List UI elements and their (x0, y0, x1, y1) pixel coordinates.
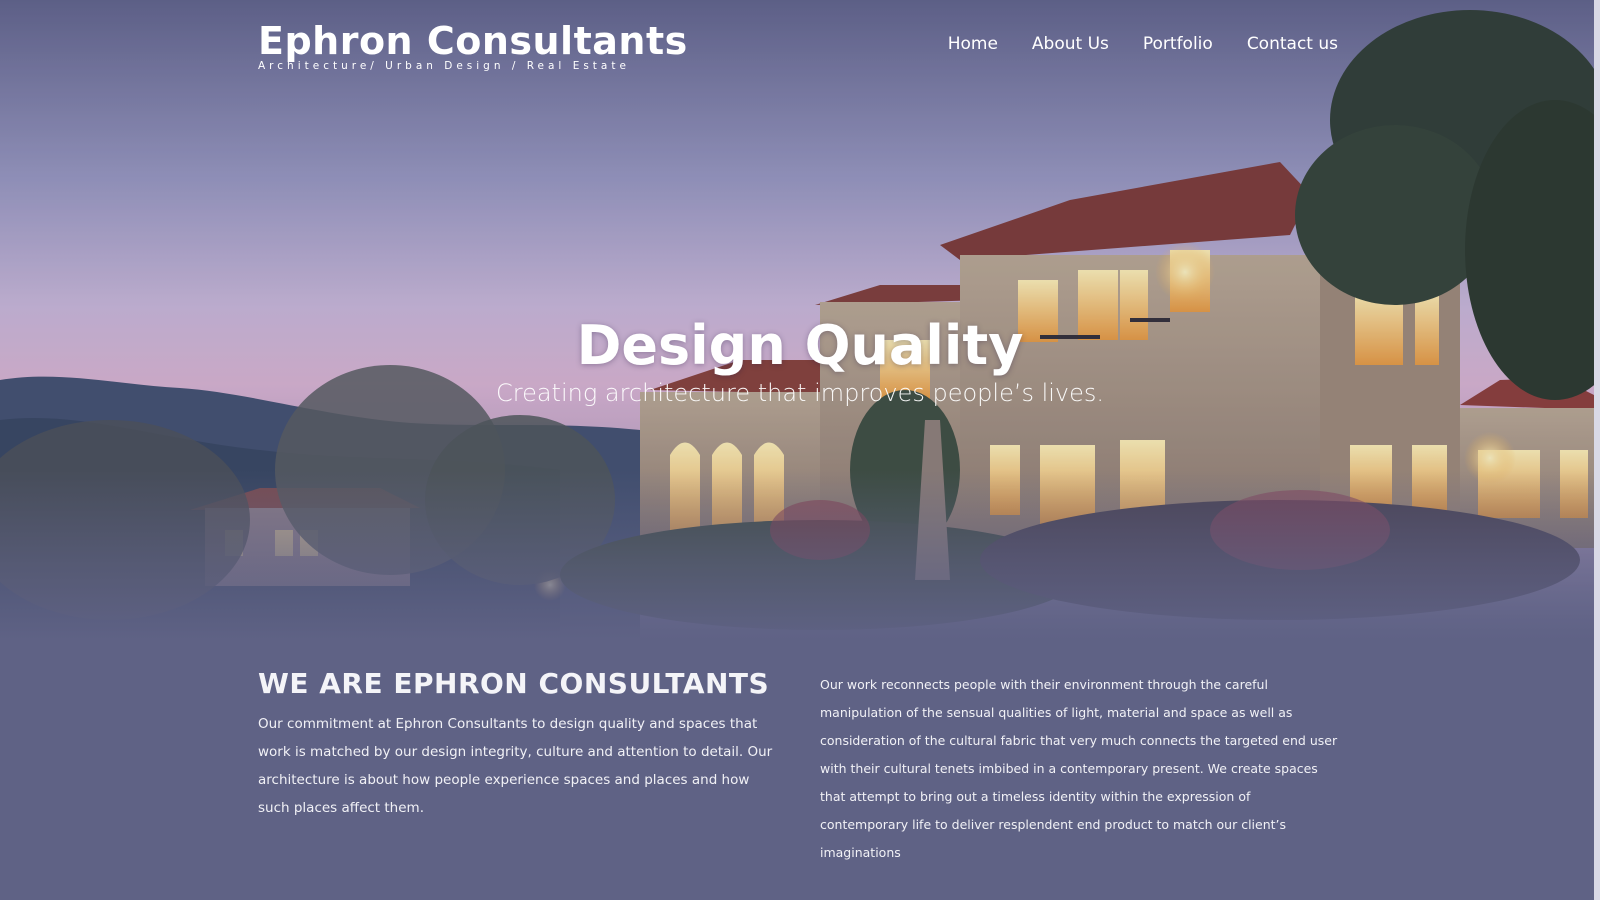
brand-name: Ephron Consultants (258, 19, 688, 63)
about-left-paragraph: Our commitment at Ephron Consultants to … (258, 716, 773, 816)
about-section: WE ARE EPHRON CONSULTANTS Our commitment… (258, 664, 1340, 867)
about-intro: WE ARE EPHRON CONSULTANTS Our commitment… (258, 664, 778, 867)
about-right-paragraph: Our work reconnects people with their en… (820, 677, 1338, 860)
hero-title: Design Quality (576, 314, 1024, 377)
nav-portfolio-link[interactable]: Portfolio (1143, 34, 1213, 54)
hero-bottom-fade (0, 470, 1600, 640)
nav-home-link[interactable]: Home (948, 34, 998, 54)
about-heading: WE ARE EPHRON CONSULTANTS (258, 667, 770, 700)
hero-text: Design Quality Creating architecture tha… (0, 312, 1600, 410)
nav-about-us-link[interactable]: About Us (1032, 34, 1109, 54)
hero-subtitle: Creating architecture that improves peop… (495, 379, 1105, 407)
main-nav: Home About Us Portfolio Contact us (948, 34, 1338, 54)
page: Ephron Consultants Architecture/ Urban D… (0, 0, 1600, 900)
brand-logo[interactable]: Ephron Consultants Architecture/ Urban D… (258, 18, 688, 72)
page-scrollbar[interactable] (1594, 0, 1600, 900)
about-detail: Our work reconnects people with their en… (820, 664, 1340, 867)
brand-tagline: Architecture/ Urban Design / Real Estate (258, 60, 630, 72)
nav-contact-us-link[interactable]: Contact us (1247, 34, 1338, 54)
